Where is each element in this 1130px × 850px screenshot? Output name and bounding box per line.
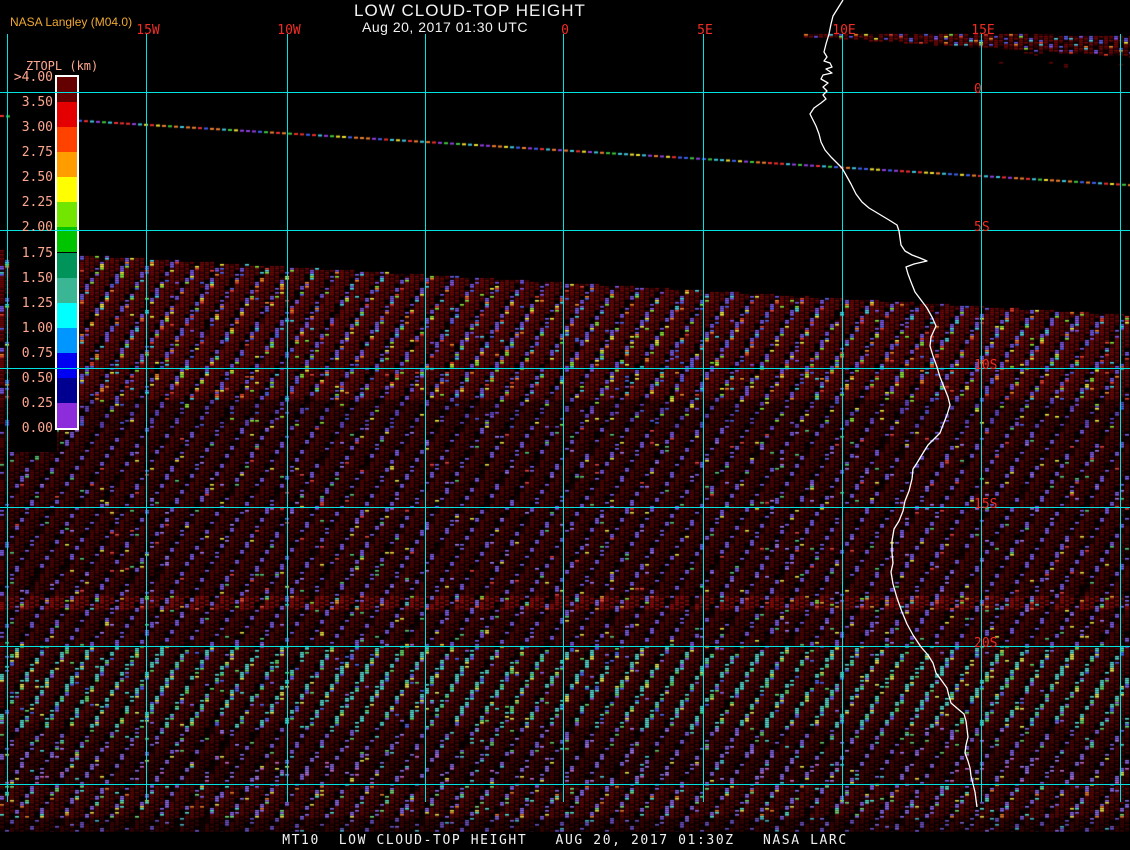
meridian-line [981, 34, 982, 802]
parallel-line [0, 507, 1130, 508]
legend-tick-label: 1.50 [10, 272, 53, 285]
legend-tick-label: 0.25 [10, 397, 53, 410]
legend-tick-label: 2.00 [10, 221, 53, 234]
parallel-line [0, 368, 1130, 369]
status-bar-text: MT10 LOW CLOUD-TOP HEIGHT AUG 20, 2017 0… [0, 832, 1130, 850]
page-title: LOW CLOUD-TOP HEIGHT [0, 2, 940, 20]
page-datetime: Aug 20, 2017 01:30 UTC [0, 20, 890, 35]
legend-tick-label: 1.25 [10, 297, 53, 310]
meridian-line [1120, 34, 1121, 802]
latitude-label: 15S [974, 498, 997, 511]
meridian-line [842, 34, 843, 802]
legend-tick-label: 0.75 [10, 347, 53, 360]
legend-block [57, 227, 77, 252]
meridian-line [7, 34, 8, 802]
parallel-line [0, 92, 1130, 93]
legend-block [57, 353, 77, 378]
legend-block [57, 378, 77, 403]
legend-tick-label: 1.75 [10, 247, 53, 260]
meridian-line [425, 34, 426, 802]
meridian-line [703, 34, 704, 802]
latitude-label: 20S [974, 637, 997, 650]
legend-block [57, 77, 77, 102]
legend-tick-label: 2.75 [10, 146, 53, 159]
longitude-label: 15E [963, 24, 1003, 38]
legend-tick-label: 0.50 [10, 372, 53, 385]
legend-block [57, 177, 77, 202]
legend-block [57, 102, 77, 127]
legend-block [57, 202, 77, 227]
legend-tick-label: 2.50 [10, 171, 53, 184]
legend-tick-label: >4.00 [10, 71, 53, 84]
legend-block [57, 303, 77, 328]
legend-tick-label: 2.25 [10, 196, 53, 209]
meridian-line [563, 34, 564, 802]
legend-block [57, 253, 77, 278]
legend-colorbar [55, 75, 79, 430]
parallel-line [0, 784, 1130, 785]
legend-block [57, 278, 77, 303]
meridian-line [287, 34, 288, 802]
legend-block [57, 127, 77, 152]
parallel-line [0, 646, 1130, 647]
legend-tick-label: 0.00 [10, 422, 53, 435]
parallel-line [0, 230, 1130, 231]
cloud-top-height-field [0, 0, 1130, 850]
satellite-product-view: ZTOPL (km) >4.003.503.002.752.502.252.00… [0, 0, 1130, 850]
legend-block [57, 403, 77, 428]
status-bar: MT10 LOW CLOUD-TOP HEIGHT AUG 20, 2017 0… [0, 832, 1130, 850]
latitude-label: 10S [974, 359, 997, 372]
legend-tick-label: 3.50 [10, 96, 53, 109]
legend-tick-label: 1.00 [10, 322, 53, 335]
legend-block [57, 152, 77, 177]
latitude-label: 5S [974, 221, 990, 234]
meridian-line [146, 34, 147, 802]
legend-tick-label: 3.00 [10, 121, 53, 134]
legend-block [57, 328, 77, 353]
latitude-label: 0 [974, 83, 982, 96]
